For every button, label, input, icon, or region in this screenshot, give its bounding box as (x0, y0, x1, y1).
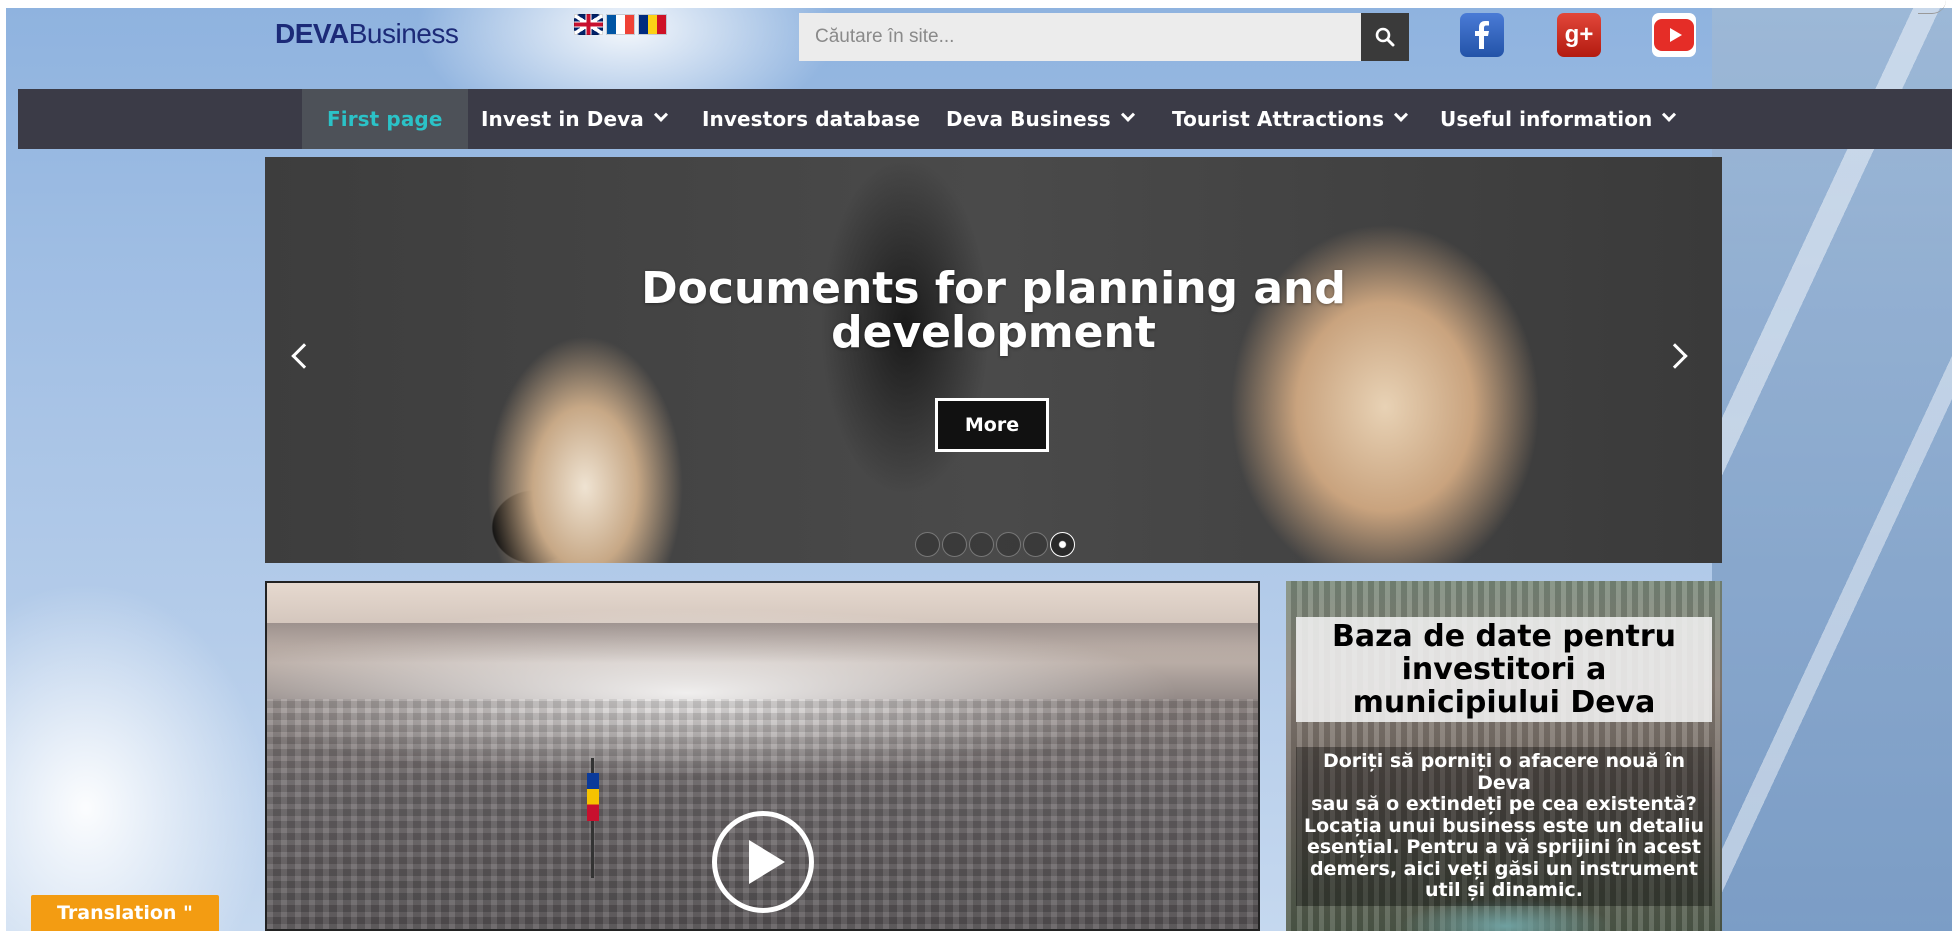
google-plus-glyph: g+ (1564, 21, 1594, 48)
logo-regular-text: Business (348, 18, 459, 49)
chevron-down-icon (653, 107, 668, 122)
hero-title: Documents for planning and development (265, 267, 1722, 355)
chevron-down-icon (1662, 107, 1677, 122)
nav-item-tourist-attractions[interactable]: Tourist Attractions (1172, 89, 1409, 149)
search-input[interactable] (799, 13, 1361, 61)
nav-item-label: Deva Business (946, 107, 1111, 131)
french-flag-icon[interactable] (606, 14, 635, 35)
card-text-line: esențial. Pentru a vă sprijini în acest (1306, 836, 1702, 858)
video-player[interactable] (265, 581, 1260, 931)
card-text-line: demers, aici veți găsi un instrument (1309, 857, 1699, 880)
nav-item-invest-in-deva[interactable]: Invest in Deva (481, 89, 668, 149)
translation-widget-button[interactable]: Translation " (31, 895, 219, 931)
card-text-line: Doriți să porniți o afacere nouă în Deva (1322, 750, 1686, 794)
carousel-dot-active[interactable] (1050, 532, 1075, 557)
nav-item-label: Useful information (1440, 107, 1653, 131)
carousel-dot[interactable] (915, 532, 940, 557)
card-text-line: Locația unui business este un detaliu (1304, 814, 1704, 837)
video-scene-flag (587, 773, 599, 821)
search-icon (1375, 27, 1395, 47)
chevron-down-icon (1394, 107, 1409, 122)
google-plus-icon[interactable]: g+ (1557, 13, 1601, 57)
romanian-flag-icon[interactable] (638, 14, 667, 35)
investors-database-card[interactable]: Baza de date pentru investitori a munici… (1286, 581, 1722, 931)
nav-item-first-page[interactable]: First page (302, 89, 468, 149)
hero-title-line: development (831, 307, 1156, 358)
logo-bold-text: DEVA (275, 18, 349, 49)
youtube-icon[interactable] (1652, 13, 1696, 57)
nav-item-label: Investors database (702, 107, 921, 131)
hero-title-line: Documents for planning and (641, 263, 1346, 314)
play-icon (749, 840, 785, 884)
carousel-dot[interactable] (1023, 532, 1048, 557)
carousel-dot[interactable] (996, 532, 1021, 557)
card-text-line: sau să o extindeți pe cea existentă? (1311, 793, 1697, 815)
nav-item-label: Invest in Deva (481, 107, 644, 131)
search-button[interactable] (1361, 13, 1409, 61)
nav-item-label: First page (327, 107, 443, 131)
facebook-glyph (1475, 21, 1489, 49)
nav-item-label: Tourist Attractions (1172, 107, 1385, 131)
nav-item-useful-information[interactable]: Useful information (1440, 89, 1677, 149)
chevron-down-icon (1120, 107, 1135, 122)
nav-item-deva-business[interactable]: Deva Business (946, 89, 1135, 149)
video-scene-hills (267, 623, 1258, 663)
language-switcher (574, 14, 667, 35)
carousel-dot[interactable] (969, 532, 994, 557)
nav-item-investors-database[interactable]: Investors database (702, 89, 920, 149)
hero-carousel: Documents for planning and development M… (265, 157, 1722, 563)
english-flag-icon[interactable] (574, 14, 603, 35)
more-button[interactable]: More (935, 398, 1049, 452)
site-logo[interactable]: DEVABusiness (275, 18, 459, 50)
card-description: Doriți să porniți o afacere nouă în Deva… (1296, 747, 1712, 906)
card-text-line: util și dinamic. (1425, 879, 1583, 901)
youtube-glyph (1654, 19, 1694, 51)
carousel-indicators (915, 532, 1075, 557)
carousel-dot[interactable] (942, 532, 967, 557)
card-title: Baza de date pentru investitori a munici… (1296, 617, 1712, 722)
play-button[interactable] (712, 811, 814, 913)
facebook-icon[interactable] (1460, 13, 1504, 57)
main-navigation: First page Invest in Deva Investors data… (18, 89, 1952, 149)
search-bar (799, 13, 1409, 61)
